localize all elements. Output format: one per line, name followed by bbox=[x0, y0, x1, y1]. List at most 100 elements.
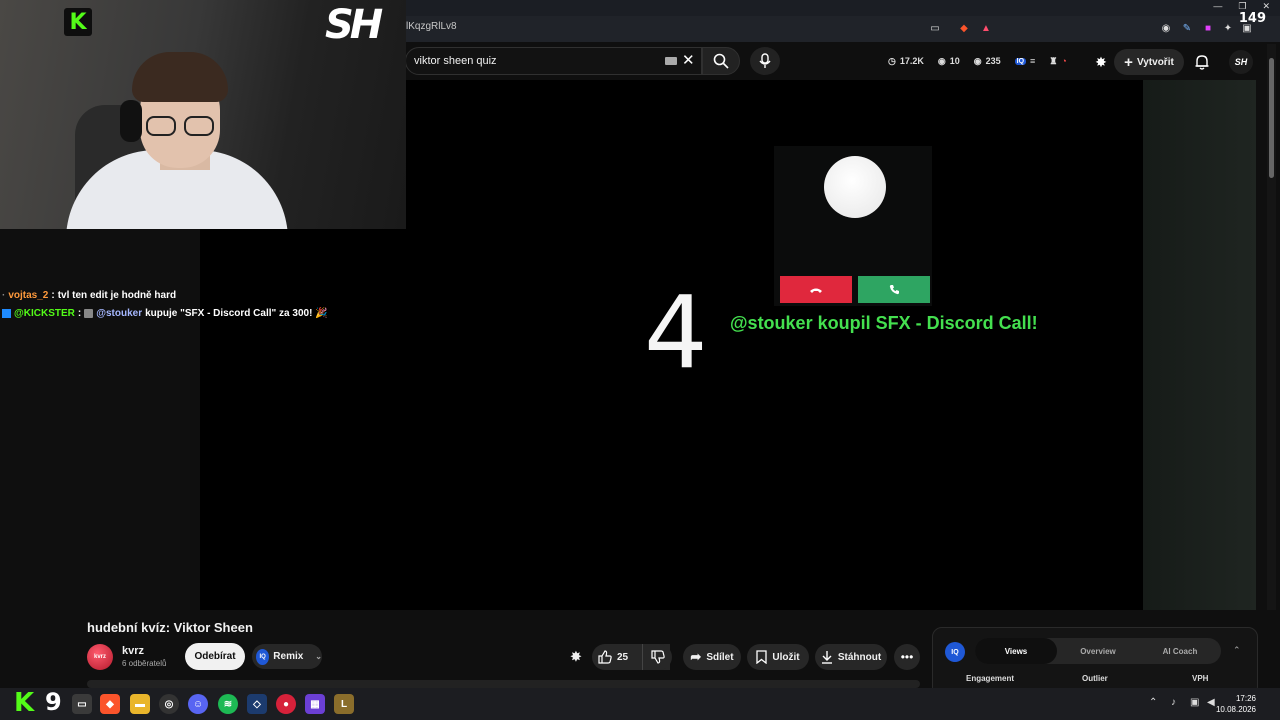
remix-button[interactable]: IQ Remix ⌄ bbox=[252, 644, 322, 669]
chat-text: tvl ten edit je hodně hard bbox=[57, 289, 177, 301]
save-label: Uložit bbox=[772, 651, 800, 663]
kick-counter: 9 bbox=[45, 688, 62, 716]
stream-chat: · vojtas_2 : tvl ten edit je hodně hard … bbox=[2, 286, 402, 322]
tab-ai-coach[interactable]: AI Coach bbox=[1139, 638, 1221, 664]
channel-avatar[interactable]: kvrz bbox=[87, 644, 113, 670]
vidiq-logo[interactable]: IQ bbox=[945, 642, 965, 662]
accept-call-button bbox=[858, 276, 930, 303]
chat-colon: : bbox=[51, 289, 55, 301]
channel-name[interactable]: kvrz bbox=[122, 645, 144, 657]
search-query[interactable]: viktor sheen quiz bbox=[414, 55, 497, 67]
list-icon[interactable]: ≡ bbox=[1030, 56, 1035, 66]
brave-shield-icon[interactable]: ◆ bbox=[958, 22, 970, 34]
thumbs-up-icon bbox=[598, 650, 612, 664]
column-vph: VPH bbox=[1192, 674, 1209, 683]
alert-bell-icon[interactable]: ◔ bbox=[1061, 56, 1066, 66]
vidiq-panel: IQ Views Overview AI Coach ⌃ Engagement … bbox=[932, 627, 1258, 697]
address-url[interactable]: lKqzgRlLv8 bbox=[406, 21, 457, 32]
stat-likes: 17.2K bbox=[899, 56, 924, 66]
notifications-button[interactable] bbox=[1192, 49, 1212, 75]
dislike-button[interactable] bbox=[642, 644, 672, 670]
app-diamond-icon[interactable]: ◇ bbox=[247, 694, 267, 714]
column-engagement: Engagement bbox=[966, 674, 1015, 683]
gemini-button[interactable]: ✸ bbox=[1092, 49, 1110, 75]
search-button[interactable] bbox=[702, 47, 740, 75]
microphone-tray-icon[interactable]: ♪ bbox=[1171, 697, 1176, 708]
clock-date: 10.08.2026 bbox=[1215, 705, 1256, 714]
save-button[interactable]: Uložit bbox=[747, 644, 809, 670]
scroll-thumb[interactable] bbox=[1269, 58, 1274, 178]
ambient-glow bbox=[1143, 80, 1256, 610]
vidiq-stats: ◷ 17.2K ◉ 10 ◉ 235 IQ ≡ ♜ ◔ bbox=[888, 51, 1067, 71]
brave-browser-icon[interactable]: ◆ bbox=[100, 694, 120, 714]
windows-taskbar: K 9 ▭ ◆ ▬ ◎ ☺ ≋ ◇ ● ▦ L ⌃ ♪ ▣ ◀ 17:26 10… bbox=[0, 688, 1280, 720]
volume-icon[interactable]: ◀ bbox=[1207, 697, 1215, 708]
task-view-icon[interactable]: ▭ bbox=[72, 694, 92, 714]
more-actions-button[interactable]: ••• bbox=[894, 644, 920, 670]
network-icon[interactable]: ▣ bbox=[1190, 697, 1199, 708]
kick-taskbar-logo: K bbox=[14, 688, 35, 718]
create-label: Vytvořit bbox=[1136, 56, 1174, 68]
puzzle-icon[interactable]: ✦ bbox=[1222, 22, 1234, 34]
remix-label: Remix bbox=[273, 651, 304, 662]
extension-pink-icon[interactable]: ■ bbox=[1202, 22, 1214, 34]
obs-icon[interactable]: ◎ bbox=[159, 694, 179, 714]
tab-overview[interactable]: Overview bbox=[1057, 638, 1139, 664]
vidiq-remix-icon: IQ bbox=[256, 648, 270, 665]
extension-icon[interactable]: ✎ bbox=[1181, 22, 1193, 34]
phone-icon bbox=[889, 285, 899, 295]
trophy-icon[interactable]: ♜ bbox=[1049, 56, 1057, 67]
page-scrollbar[interactable] bbox=[1267, 44, 1276, 674]
webcam-hair bbox=[132, 52, 228, 102]
camera-extension-icon[interactable]: ◉ bbox=[1160, 22, 1172, 34]
sh-logo: SH bbox=[325, 2, 383, 48]
headset-icon bbox=[120, 100, 142, 142]
share-button[interactable]: ➦ Sdílet bbox=[683, 644, 741, 670]
search-input[interactable]: viktor sheen quiz ✕ bbox=[405, 47, 702, 75]
app-grid-icon[interactable]: ▦ bbox=[305, 694, 325, 714]
eye-stat-icon: ◉ bbox=[937, 55, 946, 66]
description-box-edge[interactable] bbox=[87, 680, 920, 688]
tray-chevron-icon[interactable]: ⌃ bbox=[1149, 697, 1157, 708]
video-title: hudební kvíz: Viktor Sheen bbox=[87, 620, 253, 635]
spotify-icon[interactable]: ≋ bbox=[218, 694, 238, 714]
hang-up-icon bbox=[810, 288, 822, 293]
discord-icon[interactable]: ☺ bbox=[188, 694, 208, 714]
chat-message: @KICKSTER : @stouker kupuje "SFX - Disco… bbox=[2, 304, 402, 322]
share-label: Sdílet bbox=[706, 651, 734, 663]
microphone-icon bbox=[759, 53, 771, 68]
voice-search-button[interactable] bbox=[750, 47, 780, 75]
sparkle-icon: ✸ bbox=[1095, 53, 1107, 70]
system-clock[interactable]: 17:26 10.08.2026 bbox=[1216, 693, 1256, 715]
download-button[interactable]: Stáhnout bbox=[815, 644, 887, 670]
download-label: Stáhnout bbox=[837, 651, 882, 663]
subscribe-button[interactable]: Odebírat bbox=[185, 643, 245, 670]
chat-colon: : bbox=[77, 307, 82, 319]
collapse-icon[interactable]: ⌃ bbox=[1233, 645, 1241, 656]
app-league-icon[interactable]: L bbox=[334, 694, 354, 714]
minimize-icon[interactable]: — bbox=[1213, 1, 1222, 12]
cast-icon[interactable]: ▭ bbox=[929, 22, 941, 34]
account-avatar[interactable]: SH bbox=[1229, 50, 1253, 74]
tab-views[interactable]: Views bbox=[975, 638, 1057, 664]
bookmark-icon bbox=[756, 650, 768, 664]
plus-icon: + bbox=[1124, 53, 1133, 71]
create-button[interactable]: + Vytvořit bbox=[1114, 49, 1184, 75]
bell-icon bbox=[1195, 55, 1209, 70]
subscriber-count: 6 odběratelů bbox=[122, 659, 167, 668]
vidiq-icon[interactable]: IQ bbox=[1014, 57, 1027, 65]
caller-avatar bbox=[824, 156, 886, 218]
emote-icon bbox=[84, 308, 94, 318]
column-outlier: Outlier bbox=[1082, 674, 1108, 683]
clear-search-icon[interactable]: ✕ bbox=[682, 51, 695, 69]
file-explorer-icon[interactable]: ▬ bbox=[130, 694, 150, 714]
app-red-icon[interactable]: ● bbox=[276, 694, 296, 714]
discord-call-card bbox=[774, 146, 932, 306]
keyboard-icon[interactable] bbox=[665, 57, 677, 65]
brave-rewards-icon[interactable]: ▲ bbox=[980, 22, 992, 34]
download-icon bbox=[821, 651, 832, 664]
gemini-ask-button[interactable]: ✸ bbox=[566, 644, 586, 670]
stat-watchers: 235 bbox=[985, 56, 1001, 66]
clock-time: 17:26 bbox=[1235, 694, 1256, 703]
kick-logo: K bbox=[64, 8, 92, 36]
